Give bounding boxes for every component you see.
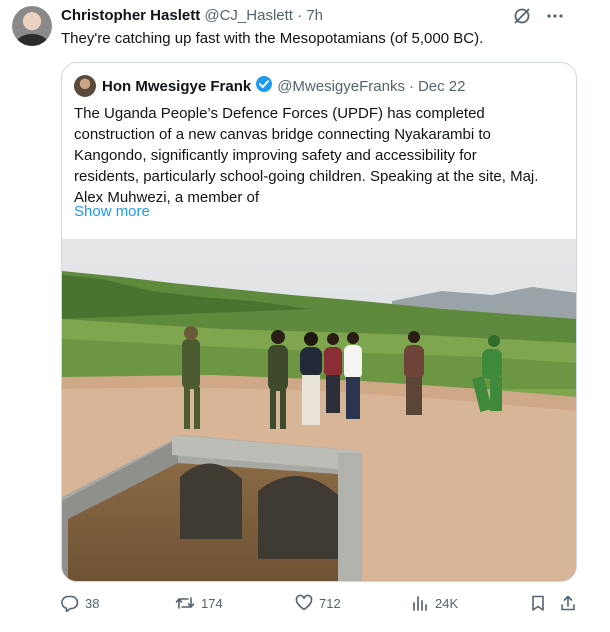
tweet-header-actions <box>512 6 564 26</box>
repost-count: 174 <box>201 595 223 611</box>
bridge-photo[interactable] <box>62 239 576 581</box>
quoted-text-line: Kangondo, significantly improving safety… <box>74 147 477 164</box>
tweet-actions: 38 174 712 24K <box>61 594 585 618</box>
post-time[interactable]: 7h <box>306 7 323 24</box>
verified-badge-icon <box>255 75 273 97</box>
views-icon <box>411 594 429 612</box>
tweet: Christopher Haslett @CJ_Haslett · 7h The… <box>0 0 600 632</box>
tweet-header: Christopher Haslett @CJ_Haslett · 7h <box>61 7 323 24</box>
like-count: 712 <box>319 595 341 611</box>
quoted-text-line: residents, particularly school-going chi… <box>74 168 539 185</box>
quoted-tweet[interactable]: Hon Mwesigye Frank @MwesigyeFranks · Dec… <box>61 62 577 582</box>
quoted-post-date[interactable]: Dec 22 <box>418 78 466 95</box>
like-button[interactable]: 712 <box>295 594 341 612</box>
reply-button[interactable]: 38 <box>61 594 99 612</box>
repost-icon <box>175 594 195 612</box>
author-avatar[interactable] <box>12 6 52 46</box>
show-more-link[interactable]: Show more <box>74 203 150 220</box>
reply-icon <box>61 594 79 612</box>
separator-dot: · <box>297 7 303 24</box>
share-icon <box>559 594 577 612</box>
quoted-author-avatar[interactable] <box>74 75 96 97</box>
author-handle[interactable]: @CJ_Haslett <box>204 7 293 24</box>
quoted-text-line: construction of a new canvas bridge conn… <box>74 126 491 143</box>
views-button[interactable]: 24K <box>411 594 458 612</box>
bookmark-icon <box>529 594 547 612</box>
reply-count: 38 <box>85 595 100 611</box>
repost-button[interactable]: 174 <box>175 594 223 612</box>
quoted-tweet-text: The Uganda People’s Defence Forces (UPDF… <box>74 103 570 208</box>
quoted-tweet-header: Hon Mwesigye Frank @MwesigyeFranks · Dec… <box>74 75 466 97</box>
quoted-text-line: The Uganda People’s Defence Forces (UPDF… <box>74 105 485 122</box>
grok-icon[interactable] <box>512 6 532 26</box>
like-icon <box>295 594 313 612</box>
quoted-separator-dot: · <box>408 77 414 95</box>
quoted-author-handle[interactable]: @MwesigyeFranks <box>277 78 405 95</box>
author-name[interactable]: Christopher Haslett <box>61 7 200 24</box>
views-count: 24K <box>435 595 459 611</box>
bookmark-button[interactable] <box>529 594 547 612</box>
tweet-text: They're catching up fast with the Mesopo… <box>61 30 484 47</box>
share-button[interactable] <box>559 594 577 612</box>
quoted-author-name[interactable]: Hon Mwesigye Frank <box>102 78 251 95</box>
more-icon[interactable] <box>546 7 564 25</box>
